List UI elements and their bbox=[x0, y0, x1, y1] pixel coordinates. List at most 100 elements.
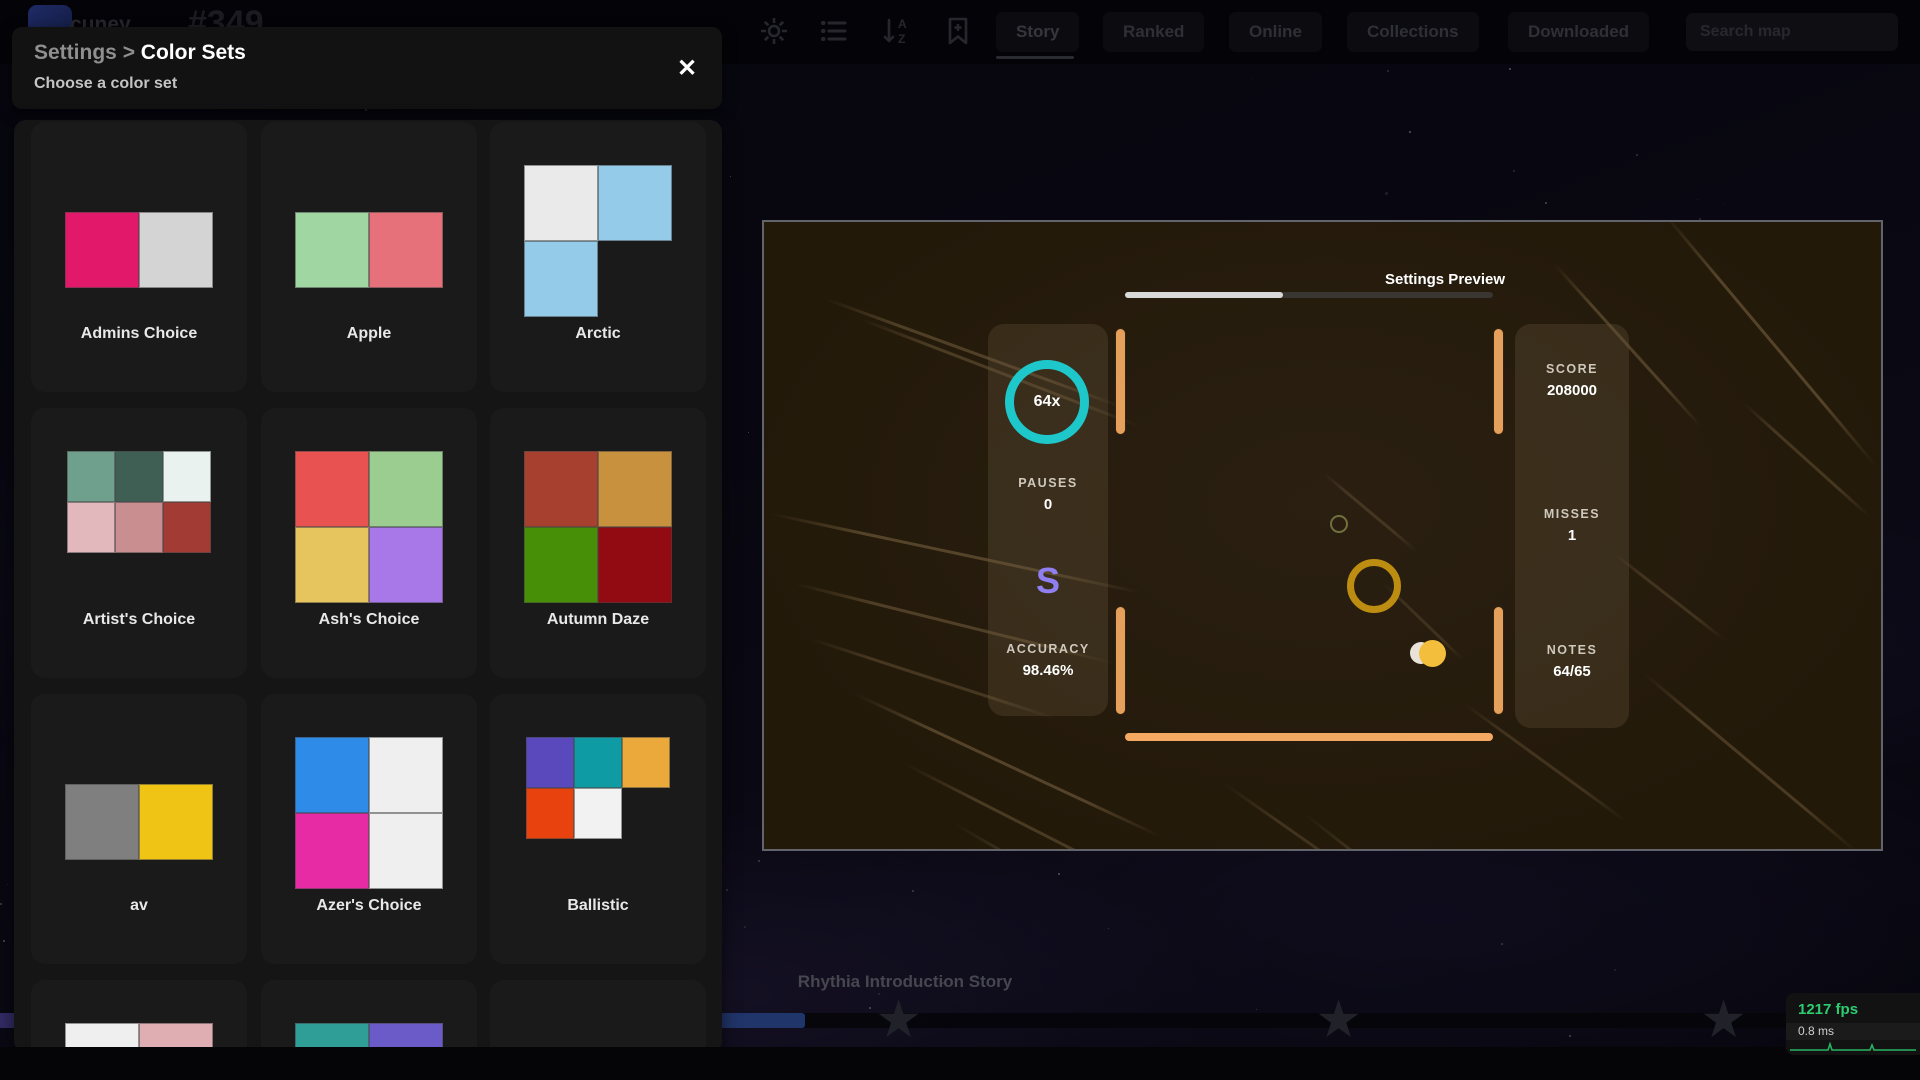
color-swatch-grid bbox=[524, 451, 672, 603]
color-swatch bbox=[598, 451, 672, 527]
note-streak bbox=[1663, 220, 1877, 467]
color-set-card[interactable] bbox=[490, 980, 706, 1053]
color-swatch bbox=[65, 212, 139, 288]
color-swatch bbox=[524, 241, 598, 317]
breadcrumb-settings[interactable]: Settings bbox=[34, 41, 117, 64]
color-swatch bbox=[524, 451, 598, 527]
fps-counter: 1217 fps 0.8 ms bbox=[1786, 993, 1920, 1055]
frame-time-value: 0.8 ms bbox=[1798, 1024, 1834, 1038]
color-set-card-ballistic[interactable]: Ballistic bbox=[490, 694, 706, 964]
color-set-card-azer-s-choice[interactable]: Azer's Choice bbox=[261, 694, 477, 964]
app-window: cuney #349 A Z StoryRankedOnlineColle bbox=[0, 0, 1920, 1080]
notes-value: 64/65 bbox=[1515, 663, 1629, 680]
misses-value: 1 bbox=[1515, 527, 1629, 544]
color-set-card-arctic[interactable]: Arctic bbox=[490, 122, 706, 392]
modal-subtitle: Choose a color set bbox=[34, 75, 177, 93]
notes-label: NOTES bbox=[1515, 643, 1629, 657]
color-swatch bbox=[295, 813, 369, 889]
rank-letter: S bbox=[988, 560, 1108, 602]
color-swatch bbox=[524, 165, 598, 241]
health-bracket-bottom-left bbox=[1116, 607, 1125, 714]
color-swatch-grid bbox=[295, 737, 443, 889]
color-set-name: Admins Choice bbox=[31, 325, 247, 343]
color-swatch bbox=[526, 737, 574, 788]
score-label: SCORE bbox=[1515, 362, 1629, 376]
accuracy-value: 98.46% bbox=[988, 662, 1108, 679]
color-swatch bbox=[163, 502, 211, 553]
note-streak bbox=[1743, 402, 1871, 518]
color-set-card-av[interactable]: av bbox=[31, 694, 247, 964]
cursor-ring-icon bbox=[1347, 559, 1401, 613]
color-swatch bbox=[295, 527, 369, 603]
right-stats-panel: SCORE 208000 MISSES 1 NOTES 64/65 bbox=[1515, 324, 1629, 728]
color-swatch bbox=[67, 451, 115, 502]
color-swatch-grid bbox=[65, 212, 213, 288]
color-swatch bbox=[524, 527, 598, 603]
color-set-name: Apple bbox=[261, 325, 477, 343]
settings-preview-panel: Settings Preview 64x PAUSES 0 S ACCURACY… bbox=[762, 220, 1883, 851]
combo-ring: 64x bbox=[1005, 360, 1089, 444]
fps-value: 1217 fps bbox=[1798, 1001, 1858, 1018]
color-set-card[interactable] bbox=[261, 980, 477, 1053]
color-swatch bbox=[369, 737, 443, 813]
color-swatch bbox=[295, 451, 369, 527]
color-swatch bbox=[598, 165, 672, 241]
note-streak bbox=[953, 822, 1214, 851]
color-set-card-artist-s-choice[interactable]: Artist's Choice bbox=[31, 408, 247, 678]
color-set-name: av bbox=[31, 897, 247, 915]
misses-label: MISSES bbox=[1515, 507, 1629, 521]
color-set-name: Arctic bbox=[490, 325, 706, 343]
pauses-label: PAUSES bbox=[988, 476, 1108, 490]
note-streak bbox=[1613, 552, 1725, 641]
color-set-name: Autumn Daze bbox=[490, 611, 706, 629]
left-stats-panel: 64x PAUSES 0 S ACCURACY 98.46% bbox=[988, 324, 1108, 716]
color-set-card-autumn-daze[interactable]: Autumn Daze bbox=[490, 408, 706, 678]
note-streak bbox=[1643, 672, 1859, 851]
health-bracket-top-left bbox=[1116, 329, 1125, 434]
color-swatch bbox=[622, 737, 670, 788]
accuracy-label: ACCURACY bbox=[988, 642, 1108, 656]
color-swatch bbox=[526, 788, 574, 839]
color-set-card-ash-s-choice[interactable]: Ash's Choice bbox=[261, 408, 477, 678]
color-swatch bbox=[598, 527, 672, 603]
color-swatch-grid bbox=[524, 165, 672, 317]
modal-header: Settings > Color Sets Choose a color set… bbox=[12, 27, 722, 109]
color-swatch-grid bbox=[65, 784, 213, 860]
color-swatch bbox=[67, 502, 115, 553]
color-set-name: Artist's Choice bbox=[31, 611, 247, 629]
color-set-name: Ballistic bbox=[490, 897, 706, 915]
health-bracket-top-right bbox=[1494, 329, 1503, 434]
close-icon[interactable]: ✕ bbox=[668, 49, 706, 87]
color-swatch bbox=[295, 737, 369, 813]
color-swatch bbox=[369, 813, 443, 889]
breadcrumb-separator: > bbox=[123, 41, 135, 64]
score-value: 208000 bbox=[1515, 382, 1629, 399]
color-swatch-grid bbox=[295, 212, 443, 288]
combo-value: 64x bbox=[1034, 393, 1061, 411]
preview-progress-track bbox=[1125, 292, 1493, 298]
color-swatch-grid bbox=[526, 737, 670, 839]
hit-bar bbox=[1125, 733, 1493, 741]
note-streak bbox=[1223, 782, 1438, 851]
color-set-name: Ash's Choice bbox=[261, 611, 477, 629]
color-swatch bbox=[295, 212, 369, 288]
color-swatch bbox=[369, 527, 443, 603]
frame-time-row: 0.8 ms bbox=[1786, 1023, 1920, 1040]
fps-sparkline bbox=[1790, 1040, 1916, 1052]
color-set-card-apple[interactable]: Apple bbox=[261, 122, 477, 392]
color-swatch bbox=[369, 451, 443, 527]
approach-ring-icon bbox=[1330, 515, 1348, 533]
breadcrumb-color-sets: Color Sets bbox=[141, 41, 246, 64]
color-swatch bbox=[574, 788, 622, 839]
color-set-card-admins-choice[interactable]: Admins Choice bbox=[31, 122, 247, 392]
color-set-card[interactable] bbox=[31, 980, 247, 1053]
note-streak bbox=[1303, 812, 1541, 851]
color-swatch bbox=[139, 784, 213, 860]
color-swatch bbox=[139, 212, 213, 288]
color-swatch-grid bbox=[295, 451, 443, 603]
color-swatch bbox=[163, 451, 211, 502]
note-icon bbox=[1419, 640, 1446, 667]
color-swatch bbox=[65, 784, 139, 860]
color-swatch-grid bbox=[67, 451, 211, 553]
color-sets-list: Admins Choice Apple Arctic Artist's Choice A… bbox=[14, 120, 722, 1053]
